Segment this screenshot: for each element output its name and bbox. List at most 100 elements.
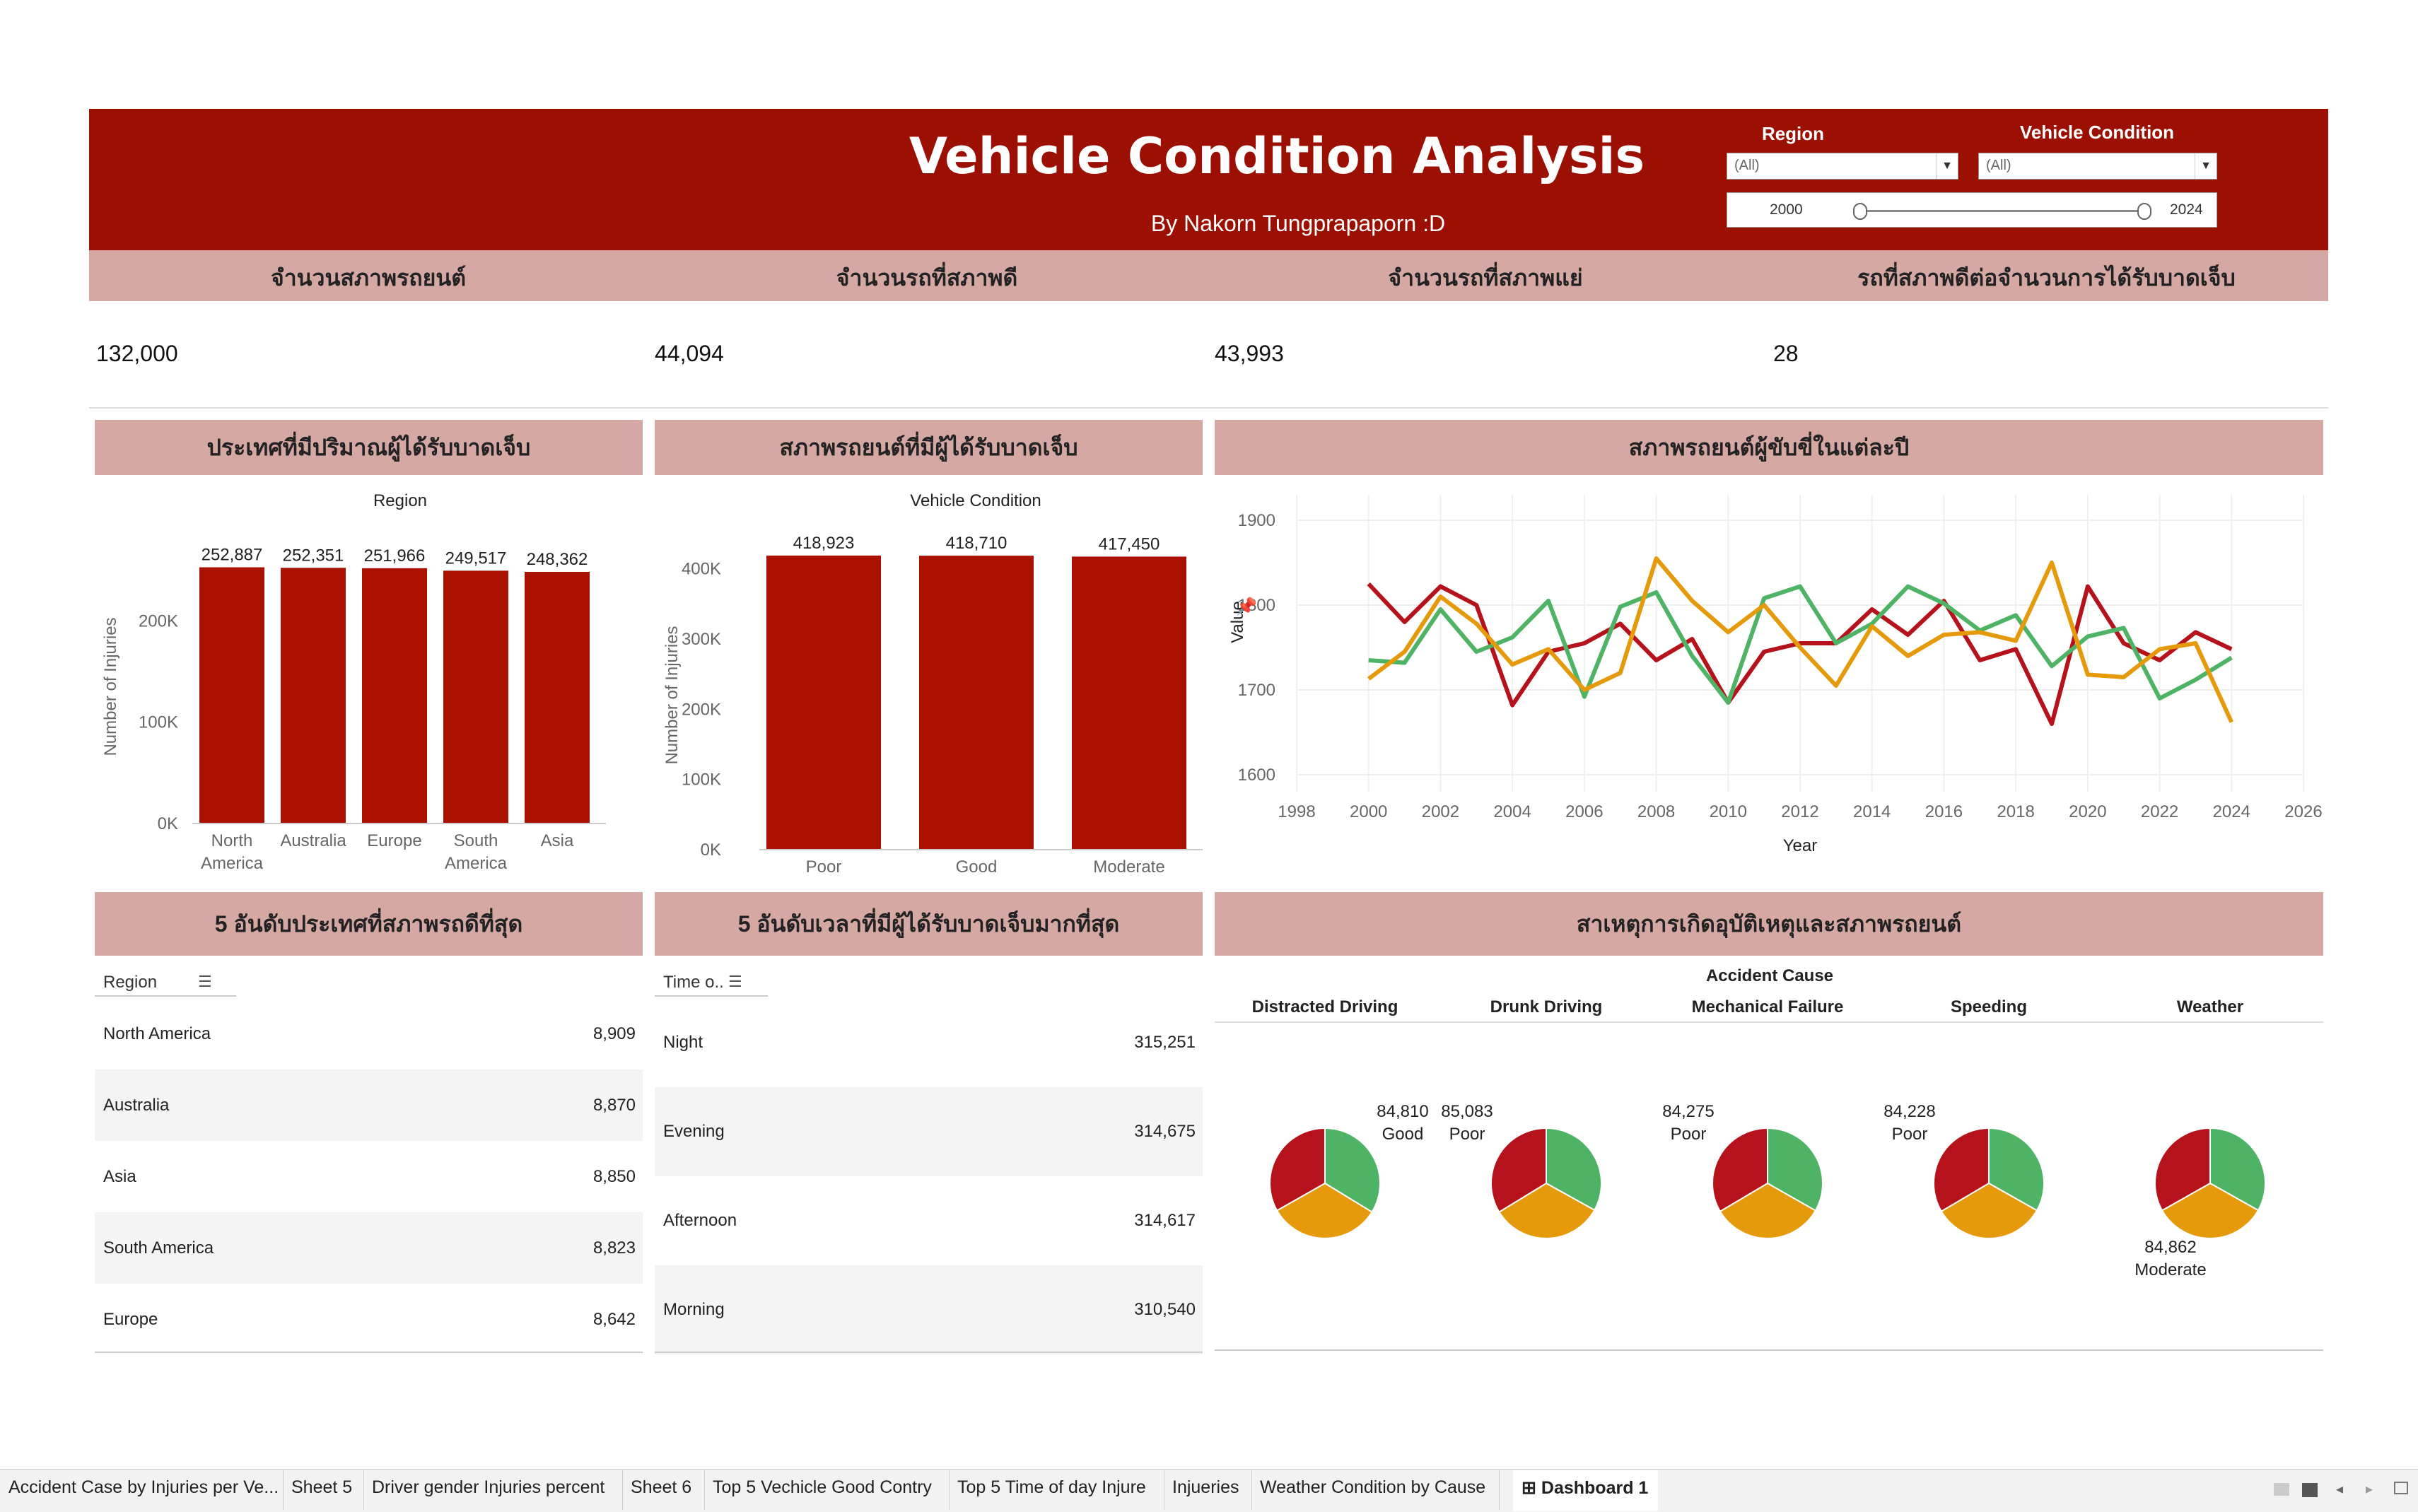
table-row[interactable]: South America 8,823 bbox=[95, 1212, 643, 1284]
y-tick-label: 200K bbox=[139, 611, 178, 631]
scroll-right-icon[interactable]: ▸ bbox=[2366, 1480, 2373, 1498]
sheet-tab[interactable]: Driver gender Injuries percent bbox=[372, 1477, 604, 1498]
table-row[interactable]: Morning 310,540 bbox=[655, 1265, 1203, 1354]
tab-separator bbox=[283, 1470, 284, 1510]
bar bbox=[919, 556, 1034, 850]
sheet-tab[interactable]: Sheet 5 bbox=[291, 1477, 352, 1498]
table-bottom-rule bbox=[655, 1352, 1203, 1353]
condition-filter-dropdown[interactable]: (All) ▼ bbox=[1978, 153, 2217, 180]
condition-filter-label: Vehicle Condition bbox=[2019, 122, 2175, 143]
sheet-tab[interactable]: Weather Condition by Cause bbox=[1260, 1477, 1485, 1498]
chevron-down-icon[interactable]: ▼ bbox=[2195, 153, 2216, 179]
sort-icon[interactable]: ☰ bbox=[728, 973, 742, 991]
y-tick-label: 1700 bbox=[1238, 681, 1275, 700]
tab-separator bbox=[363, 1470, 364, 1510]
table-row[interactable]: Evening 314,675 bbox=[655, 1087, 1203, 1176]
year-start-value: 2000 bbox=[1770, 201, 1803, 218]
bar bbox=[281, 568, 346, 824]
condition-filter-value: (All) bbox=[1986, 158, 2011, 173]
presentation-mode-icon[interactable] bbox=[2394, 1482, 2408, 1494]
x-tick-label: 2010 bbox=[1710, 802, 1747, 821]
x-axis-label: Year bbox=[1783, 836, 1818, 855]
x-tick-label: America bbox=[445, 854, 508, 873]
sheet-tab[interactable]: Accident Case by Injuries per Ve... bbox=[8, 1477, 279, 1498]
kpi-label-poor: จำนวนรถที่สภาพแย่ bbox=[1388, 265, 1583, 291]
row-value: 8,823 bbox=[592, 1238, 636, 1258]
table-header-region[interactable]: Region bbox=[103, 973, 157, 992]
sheet-tab-active[interactable]: ⊞ Dashboard 1 bbox=[1513, 1470, 1659, 1511]
table-row[interactable]: Australia 8,870 bbox=[95, 1069, 643, 1141]
x-tick-label: 2012 bbox=[1781, 802, 1818, 821]
accident-cause-pie-charts: Accident Cause Distracted Driving 84,810 Go… bbox=[1215, 966, 2323, 1351]
kpi-value-poor: 43,993 bbox=[1215, 341, 1284, 366]
bar-value-label: 252,351 bbox=[283, 546, 344, 565]
bar bbox=[443, 570, 508, 824]
panel-title-accident-cause: สาเหตุการเกิดอุบัติเหตุและสภาพรถยนต์ bbox=[1215, 892, 2323, 956]
tab-separator bbox=[622, 1470, 623, 1510]
table-row[interactable]: North America 8,909 bbox=[95, 998, 643, 1069]
scroll-left-icon[interactable]: ◂ bbox=[2336, 1480, 2343, 1498]
bar-value-label: 252,887 bbox=[202, 546, 263, 565]
x-tick-label: 2022 bbox=[2141, 802, 2178, 821]
slider-end-handle[interactable] bbox=[2137, 203, 2151, 220]
y-axis-label: Number of Injuries bbox=[662, 626, 682, 764]
chart-title: Vehicle Condition bbox=[910, 491, 1041, 510]
tab-separator bbox=[1251, 1470, 1252, 1510]
sheet-tab[interactable]: Top 5 Time of day Injure bbox=[957, 1477, 1146, 1498]
bar bbox=[766, 555, 881, 850]
year-range-slider[interactable]: 2000 2024 bbox=[1727, 192, 2217, 228]
x-tick-label: Good bbox=[956, 857, 998, 877]
slider-start-handle[interactable] bbox=[1853, 203, 1867, 220]
slider-track[interactable] bbox=[1859, 210, 2144, 212]
row-value: 314,617 bbox=[1134, 1211, 1196, 1230]
x-tick-label: Poor bbox=[806, 857, 842, 877]
pie-value-category: Poor bbox=[1449, 1125, 1485, 1144]
x-tick-label: 2008 bbox=[1637, 802, 1675, 821]
x-tick-label: 2014 bbox=[1853, 802, 1891, 821]
table-row[interactable]: Asia 8,850 bbox=[95, 1141, 643, 1212]
pie-category-label: Weather bbox=[2177, 997, 2243, 1016]
table-bottom-rule bbox=[95, 1352, 643, 1353]
table-row[interactable]: Afternoon 314,617 bbox=[655, 1176, 1203, 1265]
table-header-time[interactable]: Time o.. bbox=[663, 973, 724, 992]
x-tick-label: 2004 bbox=[1493, 802, 1531, 821]
region-filter-dropdown[interactable]: (All) ▼ bbox=[1727, 153, 1958, 180]
chevron-down-icon[interactable]: ▼ bbox=[1936, 153, 1958, 179]
chart-title: Accident Cause bbox=[1706, 966, 1833, 985]
y-tick-label: 0K bbox=[701, 840, 721, 860]
filmstrip-view-icon[interactable] bbox=[2302, 1483, 2318, 1497]
pie-category-label: Distracted Driving bbox=[1252, 997, 1398, 1016]
table-row[interactable]: Night 315,251 bbox=[655, 998, 1203, 1087]
x-tick-label: 2026 bbox=[2284, 802, 2322, 821]
x-tick-label: 2020 bbox=[2069, 802, 2106, 821]
sheet-tab[interactable]: Sheet 6 bbox=[631, 1477, 691, 1498]
row-label: Afternoon bbox=[663, 1211, 737, 1230]
condition-injuries-bar-chart: Vehicle Condition 0K 100K 200K 300K 400K Numbe… bbox=[662, 491, 1203, 877]
region-filter-label: Region bbox=[1761, 123, 1825, 144]
pie-value-category: Poor bbox=[1892, 1125, 1928, 1144]
x-tick-label: 1998 bbox=[1278, 802, 1315, 821]
y-axis-label: Number of Injuries bbox=[101, 617, 120, 756]
x-tick-label: South bbox=[454, 831, 498, 850]
dashboard-title: Vehicle Condition Analysis bbox=[909, 127, 1645, 185]
x-tick-label: Moderate bbox=[1093, 857, 1164, 877]
row-label: Australia bbox=[103, 1095, 170, 1115]
grid-view-icon[interactable] bbox=[2274, 1483, 2289, 1496]
sheet-tab[interactable]: Top 5 Vechicle Good Contry bbox=[713, 1477, 932, 1498]
x-tick-label: Asia bbox=[541, 831, 574, 850]
x-tick-label: America bbox=[201, 854, 264, 873]
pie-value-label: 84,275 bbox=[1662, 1102, 1714, 1121]
bar-value-label: 248,362 bbox=[527, 550, 588, 569]
dashboard-icon: ⊞ bbox=[1522, 1478, 1541, 1498]
year-end-value: 2024 bbox=[2170, 201, 2203, 218]
table-row[interactable]: Europe 8,642 bbox=[95, 1284, 643, 1355]
tab-separator bbox=[1499, 1470, 1500, 1510]
bar-value-label: 249,517 bbox=[445, 549, 507, 568]
sort-icon[interactable]: ☰ bbox=[198, 973, 212, 991]
pie-category-label: Drunk Driving bbox=[1490, 997, 1603, 1016]
y-tick-label: 1600 bbox=[1238, 766, 1275, 785]
bar bbox=[362, 568, 427, 824]
row-value: 8,870 bbox=[592, 1095, 636, 1115]
sheet-tab[interactable]: Injueries bbox=[1172, 1477, 1239, 1498]
pie-category-label: Mechanical Failure bbox=[1692, 997, 1844, 1016]
